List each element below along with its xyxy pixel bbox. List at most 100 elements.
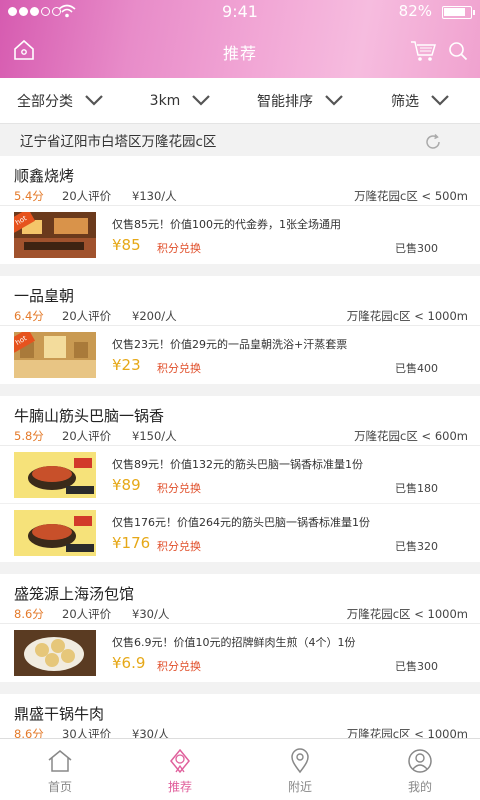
filter-label: 3km (149, 92, 181, 109)
deal-item[interactable]: 仅售6.9元！价值10元的招牌鲜肉生煎（4个）1份 ¥6.9 积分兑换 已售30… (0, 624, 480, 682)
filter-sort[interactable]: 智能排序 (240, 78, 360, 123)
shop-reviews: 20人评价 (62, 189, 112, 203)
deal-item[interactable]: 仅售176元！价值264元的筋头巴脑一锅香标准量1份 ¥176 积分兑换 已售3… (0, 504, 480, 562)
tab-label: 推荐 (167, 780, 192, 794)
search-icon[interactable] (448, 41, 468, 61)
tab-mine[interactable]: 我的 (360, 739, 480, 800)
shop-card[interactable]: 顺鑫烧烤 5.4分 20人评价 ¥130/人 万隆花园c区 < 500m hot… (0, 156, 480, 264)
deal-description: 仅售176元！价值264元的筋头巴脑一锅香标准量1份 (112, 516, 370, 529)
shop-name: 牛腩山筋头巴脑一锅香 (14, 407, 165, 425)
current-address: 辽宁省辽阳市白塔区万隆花园c区 (20, 134, 217, 150)
shop-area: 万隆花园c区 (346, 309, 411, 323)
filter-distance[interactable]: 3km (120, 78, 240, 123)
shop-avg-price: ¥150/人 (132, 429, 177, 443)
shop-distance: 1000m (427, 607, 468, 621)
shop-score: 5.8分 (14, 429, 44, 443)
shop-meta: 8.6分 20人评价 ¥30/人 万隆花园c区 < 1000m (0, 602, 480, 624)
cart-icon[interactable] (410, 40, 436, 62)
shop-card[interactable]: 一品皇朝 6.4分 20人评价 ¥200/人 万隆花园c区 < 1000m ho… (0, 276, 480, 384)
tab-recommend[interactable]: 推荐 (120, 739, 240, 800)
deal-description: 仅售89元！价值132元的筋头巴脑一锅香标准量1份 (112, 458, 363, 471)
deal-sold-count: 已售180 (395, 482, 438, 495)
shop-reviews: 20人评价 (62, 429, 112, 443)
shop-location: 万隆花园c区 < 1000m (346, 607, 468, 621)
deal-description: 仅售6.9元！价值10元的招牌鲜肉生煎（4个）1份 (112, 636, 356, 649)
points-exchange-link[interactable]: 积分兑换 (157, 360, 201, 376)
app-header: 9:41 82% 推荐 (0, 0, 480, 78)
deal-sold-count: 已售300 (395, 242, 438, 255)
tab-label: 首页 (47, 780, 72, 794)
location-bar: 辽宁省辽阳市白塔区万隆花园c区 (0, 128, 480, 156)
deal-price: ¥23 (112, 356, 141, 374)
status-bar: 9:41 82% (0, 0, 480, 24)
battery-percent: 82% (398, 2, 432, 20)
deal-item[interactable]: hot 仅售85元！价值100元的代金券，1张全场通用 ¥85 积分兑换 已售3… (0, 206, 480, 264)
deal-price: ¥89 (112, 476, 141, 494)
shop-score: 5.4分 (14, 189, 44, 203)
tab-nearby[interactable]: 附近 (240, 739, 360, 800)
refresh-icon[interactable] (424, 133, 442, 151)
deal-price: ¥176 (112, 534, 151, 552)
shop-avg-price: ¥130/人 (132, 189, 177, 203)
deal-sold-count: 已售320 (395, 540, 438, 553)
shop-location: 万隆花园c区 < 600m (354, 429, 468, 443)
shop-card[interactable]: 鼎盛干锅牛肉 8.6分 30人评价 ¥30/人 万隆花园c区 < 1000m (0, 694, 480, 744)
shop-name: 一品皇朝 (14, 287, 75, 305)
points-exchange-link[interactable]: 积分兑换 (157, 658, 201, 674)
shop-meta: 5.8分 20人评价 ¥150/人 万隆花园c区 < 600m (0, 424, 480, 446)
deal-description: 仅售85元！价值100元的代金券，1张全场通用 (112, 218, 341, 231)
shop-location: 万隆花园c区 < 1000m (346, 309, 468, 323)
deal-thumbnail (14, 452, 96, 498)
shop-score: 8.6分 (14, 607, 44, 621)
shop-distance: 600m (434, 429, 468, 443)
shop-distance: 500m (434, 189, 468, 203)
deal-thumbnail: hot (14, 212, 96, 258)
points-exchange-link[interactable]: 积分兑换 (157, 480, 201, 496)
tab-bar: 首页 推荐 附近 我的 (0, 738, 480, 800)
deal-thumbnail (14, 510, 96, 556)
shop-distance: 1000m (427, 309, 468, 323)
shop-name: 鼎盛干锅牛肉 (14, 705, 105, 723)
filter-label: 全部分类 (17, 93, 73, 110)
chevron-down-icon (325, 95, 343, 106)
points-exchange-link[interactable]: 积分兑换 (157, 240, 201, 256)
home-tab-icon (48, 750, 72, 772)
shop-location: 万隆花园c区 < 500m (354, 189, 468, 203)
deal-description: 仅售23元！价值29元的一品皇朝洗浴+汗蒸套票 (112, 338, 348, 351)
filter-label: 智能排序 (257, 93, 313, 110)
page-title: 推荐 (222, 44, 257, 63)
tab-home[interactable]: 首页 (0, 739, 120, 800)
filter-label: 筛选 (391, 93, 419, 110)
deal-thumbnail: hot (14, 332, 96, 378)
shop-area: 万隆花园c区 (354, 429, 418, 443)
shop-reviews: 20人评价 (62, 607, 112, 621)
shop-area: 万隆花园c区 (354, 189, 418, 203)
user-icon (408, 749, 432, 773)
deal-item[interactable]: 仅售89元！价值132元的筋头巴脑一锅香标准量1份 ¥89 积分兑换 已售180 (0, 446, 480, 504)
deal-price: ¥6.9 (112, 654, 146, 672)
shop-card[interactable]: 牛腩山筋头巴脑一锅香 5.8分 20人评价 ¥150/人 万隆花园c区 < 60… (0, 396, 480, 562)
shop-name: 盛笼源上海汤包馆 (14, 585, 135, 603)
chevron-down-icon (431, 95, 449, 106)
deal-item[interactable]: hot 仅售23元！价值29元的一品皇朝洗浴+汗蒸套票 ¥23 积分兑换 已售4… (0, 326, 480, 384)
points-exchange-link[interactable]: 积分兑换 (157, 538, 201, 554)
shop-avg-price: ¥200/人 (132, 309, 177, 323)
deal-thumbnail (14, 630, 96, 676)
filter-category[interactable]: 全部分类 (0, 78, 120, 123)
location-pin-icon (291, 748, 309, 774)
tab-label: 附近 (287, 780, 312, 794)
shop-list: 顺鑫烧烤 5.4分 20人评价 ¥130/人 万隆花园c区 < 500m hot… (0, 156, 480, 756)
shop-meta: 5.4分 20人评价 ¥130/人 万隆花园c区 < 500m (0, 184, 480, 206)
shop-name: 顺鑫烧烤 (14, 167, 75, 185)
shop-area: 万隆花园c区 (346, 607, 411, 621)
deal-price: ¥85 (112, 236, 141, 254)
deal-sold-count: 已售300 (395, 660, 438, 673)
shop-reviews: 20人评价 (62, 309, 112, 323)
filter-bar: 全部分类 3km 智能排序 筛选 (0, 78, 480, 124)
tab-label: 我的 (407, 780, 432, 794)
chevron-down-icon (85, 95, 103, 106)
chevron-down-icon (192, 95, 211, 106)
shop-card[interactable]: 盛笼源上海汤包馆 8.6分 20人评价 ¥30/人 万隆花园c区 < 1000m… (0, 574, 480, 682)
battery-icon (442, 6, 475, 19)
filter-screen[interactable]: 筛选 (360, 78, 480, 123)
